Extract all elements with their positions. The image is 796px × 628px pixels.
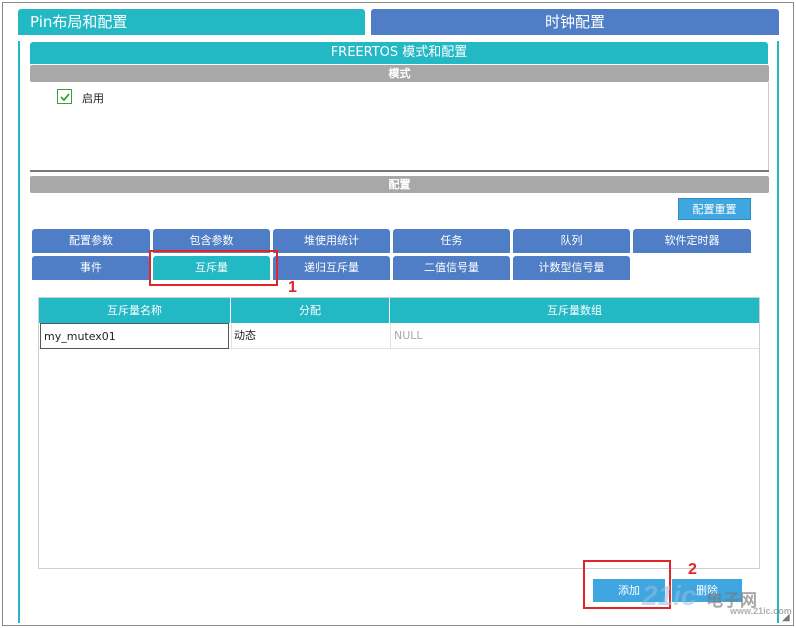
tab-pin-layout[interactable]: Pin布局和配置 (18, 9, 365, 35)
config-section-header: 配置 (30, 176, 769, 193)
enable-checkbox[interactable] (57, 89, 72, 104)
panel-title: FREERTOS 模式和配置 (30, 42, 768, 64)
table-header: 互斥量名称 分配 互斥量数组 (39, 298, 759, 323)
annotation-step-2: 2 (688, 561, 697, 578)
allocation-cell[interactable]: 动态 (231, 323, 390, 349)
col-allocation[interactable]: 分配 (231, 298, 390, 323)
col-mutex-array[interactable]: 互斥量数组 (390, 298, 759, 323)
config-reset-button[interactable]: 配置重置 (678, 198, 751, 220)
tab-config-params[interactable]: 配置参数 (32, 229, 150, 253)
highlight-box-mutex-tab (149, 250, 278, 286)
table-row[interactable]: my_mutex01 动态 NULL (39, 323, 759, 349)
splitter-handle[interactable] (30, 170, 769, 172)
tab-recursive-mutexes[interactable]: 递归互斥量 (273, 256, 390, 280)
watermark-brand: 21ic (642, 580, 697, 611)
tab-events[interactable]: 事件 (32, 256, 150, 280)
tab-counting-semaphores[interactable]: 计数型信号量 (513, 256, 630, 280)
annotation-step-1: 1 (288, 279, 297, 296)
mode-section-header: 模式 (30, 65, 769, 82)
mode-area (30, 82, 769, 170)
mutex-table: 互斥量名称 分配 互斥量数组 my_mutex01 动态 NULL (38, 297, 760, 569)
tab-binary-semaphores[interactable]: 二值信号量 (393, 256, 510, 280)
tab-software-timers[interactable]: 软件定时器 (633, 229, 751, 253)
watermark-logo: 21ic 电子网 www.21ic.com (642, 580, 792, 620)
tab-tasks[interactable]: 任务 (393, 229, 510, 253)
enable-label: 启用 (82, 92, 104, 105)
mutex-array-cell[interactable]: NULL (390, 323, 759, 349)
column-divider (231, 323, 232, 349)
mutex-name-cell[interactable]: my_mutex01 (40, 323, 229, 349)
resize-grip-icon[interactable]: ◢ (782, 613, 792, 623)
col-mutex-name[interactable]: 互斥量名称 (39, 298, 231, 323)
tab-clock-config[interactable]: 时钟配置 (371, 9, 779, 35)
tab-queues[interactable]: 队列 (513, 229, 630, 253)
column-divider (390, 323, 391, 349)
tab-heap-stats[interactable]: 堆使用统计 (273, 229, 390, 253)
checkmark-icon (60, 93, 70, 102)
